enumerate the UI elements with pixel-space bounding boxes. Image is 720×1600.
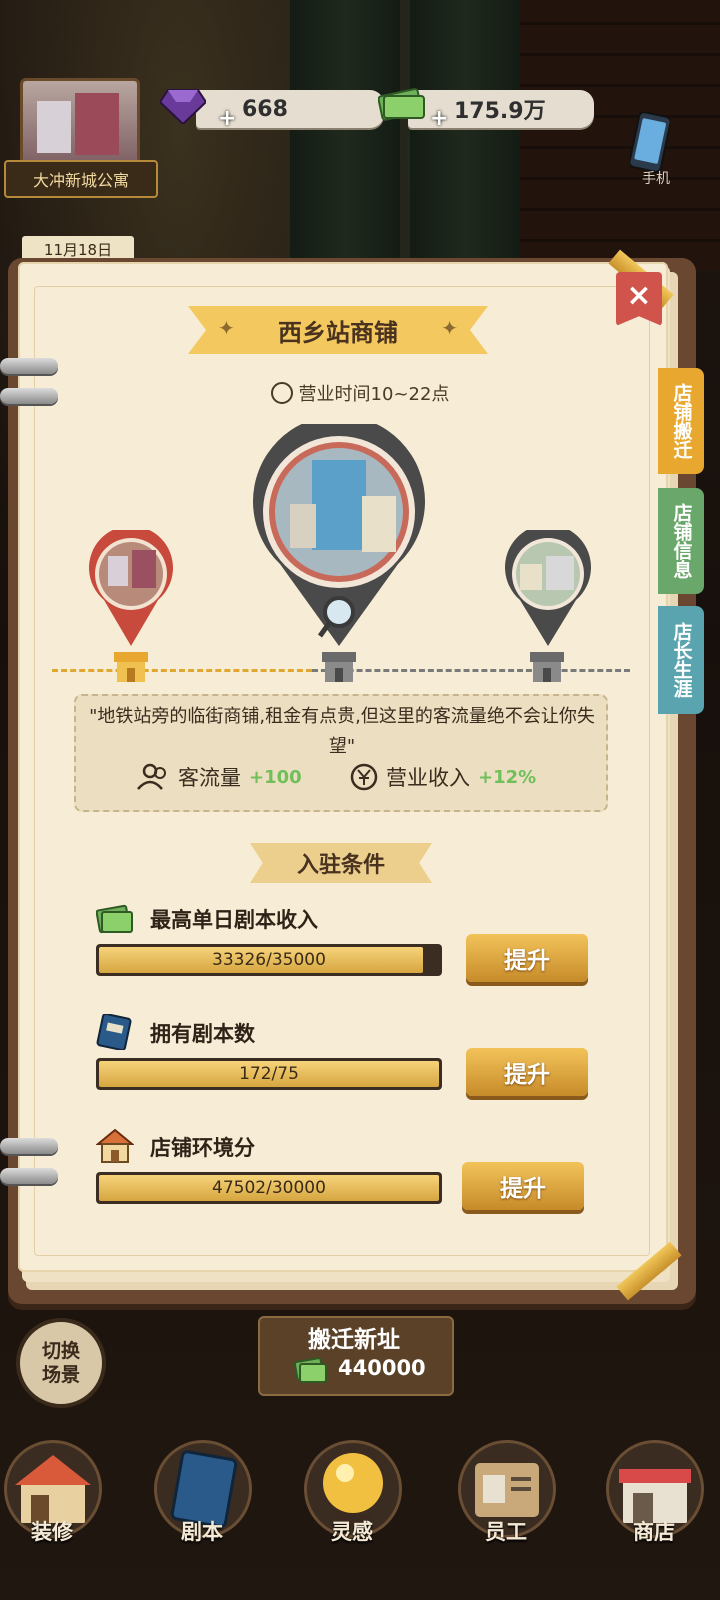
clock-icon xyxy=(270,382,293,404)
requirement-progress-bar: 172/75 xyxy=(96,1058,442,1090)
shop-marker-icon xyxy=(114,652,148,682)
shop-description: "地铁站旁的临街商铺,租金有点贵,但这里的客流量绝不会让你失望" xyxy=(89,706,595,757)
progress-text: 47502/30000 xyxy=(212,1178,326,1198)
map-pin-icon xyxy=(505,524,591,646)
shop-marker-icon xyxy=(322,652,356,682)
cash-icon xyxy=(294,1357,327,1383)
improve-button[interactable]: 提升 xyxy=(466,1048,588,1096)
shop-house-icon xyxy=(96,1128,134,1163)
title-text: 西乡站商铺 xyxy=(278,318,398,347)
tab-shop-info[interactable]: 店铺信息 xyxy=(658,488,704,594)
binder-ring xyxy=(0,358,58,374)
yuan-icon xyxy=(350,763,378,791)
script-book-icon xyxy=(96,1014,132,1050)
nav-label-scripts: 剧本 xyxy=(181,1520,223,1544)
requirement-label: 店铺环境分 xyxy=(150,1136,255,1160)
requirements-title: 入驻条件 xyxy=(250,843,432,883)
sparkle-icon: ✦ xyxy=(218,316,235,340)
map-pin-icon xyxy=(88,525,173,646)
gem-icon xyxy=(160,89,206,124)
relocate-label: 搬迁新址 xyxy=(308,1327,400,1353)
stat-value: +100 xyxy=(249,766,302,788)
sparkle-icon: ✦ xyxy=(441,316,458,340)
binder-ring xyxy=(0,1168,58,1184)
improve-button[interactable]: 提升 xyxy=(462,1162,584,1210)
hours-text: 营业时间10~22点 xyxy=(298,384,450,405)
requirement-label: 拥有剧本数 xyxy=(150,1022,255,1046)
tab-label: 店铺信息 xyxy=(670,503,693,579)
nav-label-staff: 员工 xyxy=(485,1520,527,1544)
nav-label-inspiration: 灵感 xyxy=(331,1520,373,1544)
stat-business-income: 营业收入 +12% xyxy=(350,762,536,792)
gem-amount: 668 xyxy=(242,96,288,122)
plus-icon[interactable]: + xyxy=(218,106,236,131)
panel-title: ✦ 西乡站商铺 ✦ xyxy=(188,306,488,354)
people-icon xyxy=(137,763,166,790)
stat-label: 营业收入 xyxy=(386,766,470,790)
location-pin-next[interactable] xyxy=(502,524,594,648)
timeline-remaining xyxy=(312,669,630,672)
shop-marker-icon xyxy=(530,652,564,682)
switch-scene-label: 切换场景 xyxy=(41,1340,80,1386)
current-shop-thumbnail[interactable] xyxy=(20,78,140,172)
relocate-cost: 440000 xyxy=(338,1356,426,1380)
nav-label-decorate: 装修 xyxy=(31,1520,73,1544)
close-icon: × xyxy=(626,278,652,313)
business-hours: 营业时间10~22点 xyxy=(0,380,720,406)
progress-text: 172/75 xyxy=(239,1064,299,1084)
money-counter[interactable]: + 175.9万 xyxy=(408,90,594,131)
stat-value: +12% xyxy=(478,766,537,788)
money-amount: 175.9万 xyxy=(454,99,546,124)
location-pin-prev[interactable] xyxy=(86,525,176,648)
stat-customer-flow: 客流量 +100 xyxy=(136,762,302,792)
improve-button[interactable]: 提升 xyxy=(466,934,588,982)
progress-text: 33326/35000 xyxy=(212,950,326,970)
plus-icon[interactable]: + xyxy=(430,106,448,131)
location-pin-selected[interactable] xyxy=(250,415,428,648)
gem-counter[interactable]: + 668 xyxy=(196,90,384,131)
requirement-label: 最高单日剧本收入 xyxy=(150,908,318,932)
tab-manager-career[interactable]: 店长生涯 xyxy=(658,606,704,714)
requirements-title-text: 入驻条件 xyxy=(296,853,385,878)
requirement-progress-bar: 47502/30000 xyxy=(96,1172,442,1204)
stat-label: 客流量 xyxy=(178,766,241,790)
phone-icon[interactable] xyxy=(630,112,670,174)
cash-stack-icon xyxy=(96,904,133,934)
phone-label: 手机 xyxy=(642,171,670,187)
scene-name-label: 大冲新城公寓 xyxy=(4,160,158,198)
map-pin-icon xyxy=(253,415,425,646)
requirement-progress-bar: 33326/35000 xyxy=(96,944,442,976)
binder-ring xyxy=(0,1138,58,1154)
cash-icon xyxy=(378,88,425,121)
nav-label-store: 商店 xyxy=(633,1520,675,1544)
tab-label: 店长生涯 xyxy=(670,622,693,698)
switch-scene-button[interactable]: 切换场景 xyxy=(16,1318,106,1408)
timeline-progress xyxy=(52,669,312,672)
